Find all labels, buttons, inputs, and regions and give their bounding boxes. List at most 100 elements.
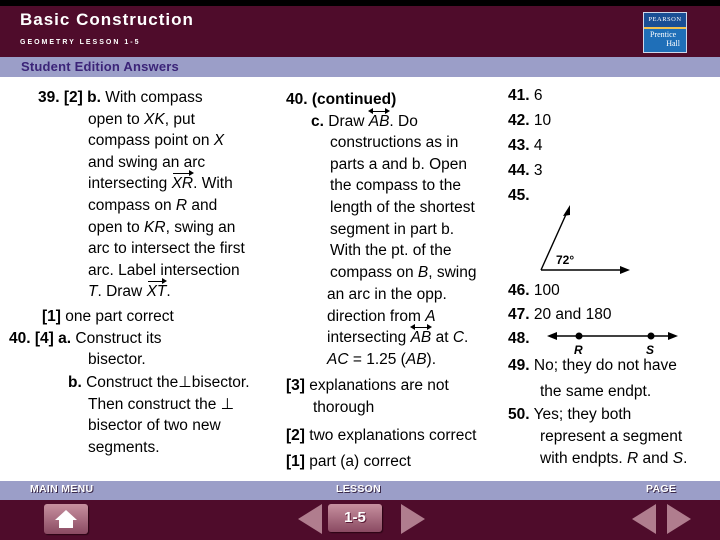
previous-lesson-button[interactable]: [298, 504, 322, 534]
var: A: [425, 307, 436, 325]
var: R: [175, 197, 188, 214]
point-s: [647, 332, 655, 340]
q41: 41. 6: [508, 85, 543, 107]
text: , swing: [428, 263, 477, 281]
q42: 42. 10: [508, 110, 551, 132]
text: Draw: [323, 112, 369, 130]
q47-number: 47.: [508, 306, 530, 323]
nav-bar: 1-5: [0, 500, 720, 540]
q40-part-a: a.: [58, 329, 72, 347]
q44-number: 44.: [508, 162, 530, 179]
q39-number: 39.: [38, 89, 60, 106]
arrowhead-lower: [620, 266, 630, 274]
angle-label: 72°: [556, 253, 574, 267]
text: with endpts.: [540, 450, 628, 467]
q40c-line5: length of the shortest: [330, 199, 475, 216]
main-menu-button[interactable]: [44, 504, 88, 534]
line-rs-figure: R S: [547, 332, 678, 357]
q39-line2: open to XK, put: [88, 109, 195, 131]
q40-line6: segments.: [88, 438, 160, 456]
q44: 44. 3: [508, 160, 543, 182]
lesson-number-button[interactable]: 1-5: [328, 504, 382, 532]
home-icon: [55, 510, 77, 528]
text: .: [166, 283, 171, 301]
q46-number: 46.: [508, 282, 530, 299]
text: = 1.25 (: [348, 350, 406, 368]
q49-cont: the same endpt.: [540, 383, 652, 400]
text: .: [683, 450, 688, 467]
q39-line6: compass on R and: [88, 195, 217, 217]
text: compass point on: [88, 132, 214, 150]
q49-number: 49.: [508, 357, 530, 374]
q40-number: 40.: [9, 329, 31, 347]
text: open to: [88, 110, 145, 128]
q40-score-3-cont: thorough: [313, 399, 375, 416]
q41-answer: 6: [533, 87, 543, 104]
arrowhead-right: [668, 332, 678, 340]
q40-line1: 40. [4] a. Construct its: [9, 328, 162, 350]
text: intersecting: [327, 329, 411, 347]
line-ab: AB: [367, 107, 391, 133]
q46: 46. 100: [508, 280, 560, 302]
text: and: [638, 450, 673, 467]
text: , swing an: [165, 218, 236, 236]
logo-line1: Prentice: [650, 30, 677, 39]
q40-score-1: [1] part (a) correct: [286, 451, 411, 473]
lesson-label: LESSON: [336, 483, 381, 495]
q40c-line6: segment in part b.: [330, 220, 455, 238]
q43-number: 43.: [508, 137, 530, 154]
text: direction from: [327, 307, 426, 325]
var: KR: [144, 218, 166, 236]
q40-score-3: [3] explanations are not: [286, 375, 449, 397]
q39-line7: open to KR, swing an: [88, 217, 235, 239]
text: open to: [88, 218, 145, 236]
next-page-button[interactable]: [667, 504, 691, 534]
arrowhead-left: [547, 332, 557, 340]
q50-answer: Yes; they both: [533, 406, 632, 423]
logo-line2: Hall: [666, 39, 680, 48]
page-title: Basic Construction: [20, 10, 194, 29]
logo-stripe: [644, 27, 686, 29]
arrowhead-upper: [563, 205, 570, 216]
text: . Do: [389, 112, 418, 130]
q40c-line4: the compass to the: [330, 177, 461, 195]
q50-number: 50.: [508, 406, 530, 423]
var: R: [627, 450, 639, 467]
q40-line5: bisector of two new: [88, 417, 221, 435]
page-label: PAGE: [646, 483, 677, 495]
nav-label-bar: MAIN MENU LESSON PAGE: [0, 481, 720, 500]
q40-line4: Then construct the ⊥: [88, 395, 235, 413]
q42-answer: 10: [533, 112, 552, 129]
var: C: [452, 329, 465, 347]
q40c-line2: constructions as in: [330, 134, 459, 152]
text: part (a) correct: [304, 453, 411, 470]
text: compass on: [88, 197, 176, 214]
var: AB: [405, 350, 427, 368]
q43: 43. 4: [508, 135, 543, 157]
logo-brand: PEARSON: [644, 13, 686, 27]
q47: 47. 20 and 180: [508, 304, 611, 326]
q40-part-b: b.: [68, 374, 82, 391]
next-lesson-button[interactable]: [401, 504, 425, 534]
q40c-line9: an arc in the opp.: [327, 286, 447, 303]
q40c-line1: c. Draw AB. Do: [311, 107, 418, 133]
var: S: [672, 450, 684, 467]
section-band: Student Edition Answers: [0, 57, 720, 77]
q40-score: [4]: [34, 329, 54, 347]
text: . Draw: [97, 283, 147, 301]
text: explanations are not: [304, 377, 449, 394]
var: AC: [327, 350, 349, 368]
text: Construct its: [71, 329, 162, 347]
text: intersecting: [88, 175, 172, 193]
q40-continued-heading: 40. (continued): [286, 91, 397, 108]
q39-line5: intersecting XR. With: [88, 170, 233, 195]
q46-answer: 100: [533, 282, 560, 299]
lesson-number: 1-5: [344, 509, 366, 526]
line-ab: AB: [409, 324, 432, 349]
var: X: [213, 132, 225, 150]
q39-line10: T. Draw XT.: [88, 278, 171, 303]
q40c-line12: AC = 1.25 (AB).: [327, 349, 436, 371]
q49-answer: No; they do not have: [533, 357, 677, 374]
previous-page-button[interactable]: [632, 504, 656, 534]
q45: 45.: [508, 185, 530, 207]
